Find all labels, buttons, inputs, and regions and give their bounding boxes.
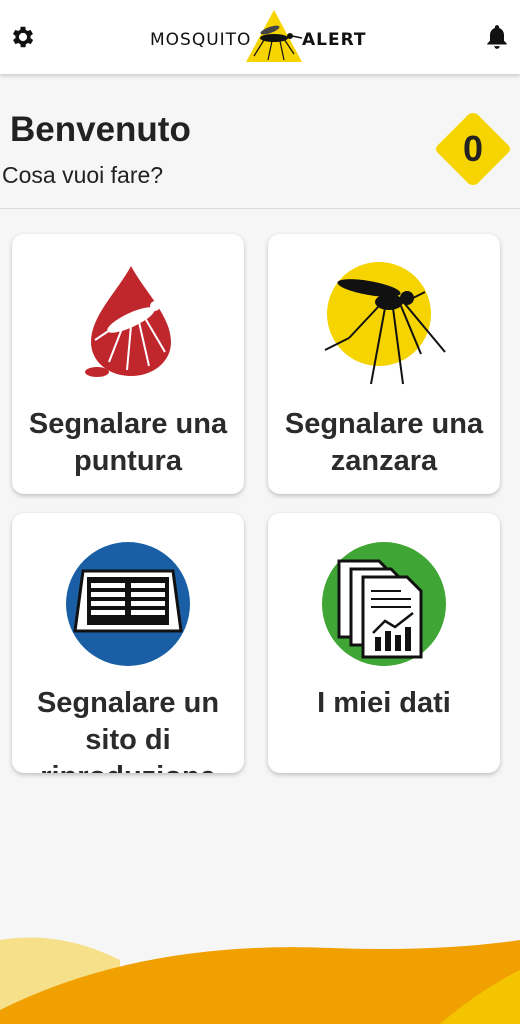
bell-icon: [487, 25, 507, 49]
report-breeding-site-card[interactable]: Segnalare un sito di riproduzione: [12, 513, 244, 773]
mosquito-icon: [324, 262, 446, 385]
my-data-label: I miei dati: [317, 687, 451, 719]
card-icon-container: [268, 541, 500, 669]
report-mosquito-card[interactable]: Segnalare una zanzara: [268, 234, 500, 494]
divider: [0, 208, 520, 209]
bottom-wave-decoration: [0, 937, 520, 1024]
score-value: 0: [462, 128, 484, 169]
settings-button[interactable]: [6, 20, 40, 54]
card-icon-container: [12, 262, 244, 390]
score-badge[interactable]: 0: [432, 108, 514, 190]
report-breeding-site-label: Segnalare un sito di riproduzione: [36, 687, 220, 773]
notifications-button[interactable]: [480, 20, 514, 54]
card-icon-container: [12, 541, 244, 669]
page-subtitle: Cosa vuoi fare?: [2, 162, 164, 188]
logo-triangle-mosquito-icon: [246, 10, 303, 62]
report-bite-card[interactable]: Segnalare una puntura: [12, 234, 244, 494]
report-mosquito-label: Segnalare una zanzara: [284, 408, 484, 477]
logo-text-alert: ALERT: [302, 30, 367, 50]
report-bite-label: Segnalare una puntura: [28, 408, 228, 477]
page-title: Benvenuto: [10, 110, 191, 149]
card-icon-container: [268, 262, 500, 390]
documents-chart-icon: [322, 542, 446, 666]
storm-drain-icon: [66, 542, 190, 666]
app-logo: MOSQUITO ALERT: [148, 8, 368, 64]
gear-icon: [12, 26, 34, 48]
logo-text-mosquito: MOSQUITO: [150, 30, 252, 50]
my-data-card[interactable]: I miei dati: [268, 513, 500, 773]
app-bar: MOSQUITO ALERT: [0, 0, 520, 74]
blood-drop-bite-icon: [85, 266, 171, 377]
